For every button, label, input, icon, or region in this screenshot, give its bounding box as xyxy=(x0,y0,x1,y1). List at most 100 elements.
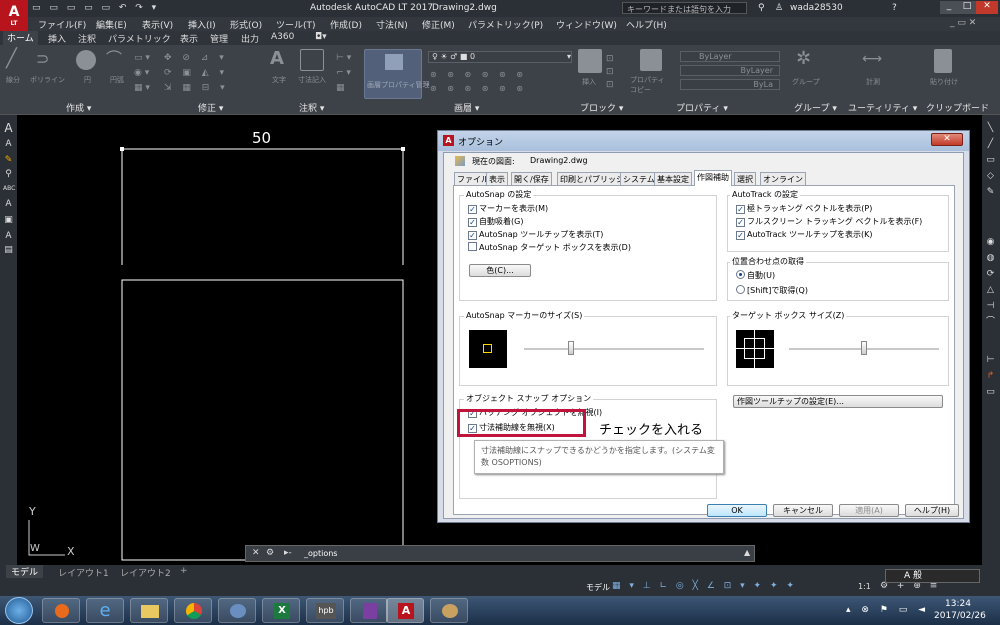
search-input[interactable]: キーワードまたは語句を入力 xyxy=(622,2,747,14)
autosnap-magnet-checkbox[interactable]: ✓ 自動吸着(G) xyxy=(468,216,523,227)
draw-tool-icon-8[interactable]: ⟳ xyxy=(985,269,996,280)
clock-date[interactable]: 2017/02/26 xyxy=(934,611,986,621)
ribbon-tab-view[interactable]: 表示 xyxy=(180,32,198,45)
command-settings-icon[interactable]: ⚙ xyxy=(266,548,274,558)
close-button[interactable]: ✕ xyxy=(976,1,998,14)
panel-title-modify[interactable]: 修正 ▾ xyxy=(198,101,223,114)
spell-check-icon[interactable]: ABC xyxy=(3,183,15,194)
text-tool-icon[interactable]: A xyxy=(3,122,14,134)
menu-item[interactable]: 表示(V) xyxy=(142,18,173,31)
start-button[interactable] xyxy=(5,597,33,624)
app-logo[interactable]: A LT xyxy=(0,0,28,31)
line-button[interactable]: ╱ xyxy=(6,49,28,71)
annotation-small-tools[interactable]: ⊢ ▾ ⌐ ▾ ▦ xyxy=(336,51,358,95)
ribbon-tab-manage[interactable]: 管理 xyxy=(210,32,228,45)
status-toggles[interactable]: ▦ ▾ ⊥ ∟ ◎ ╳ ∠ ⊡ ▾ ✦ ✦ ✦ xyxy=(612,581,797,591)
mtext-tool-icon[interactable]: A xyxy=(3,139,14,150)
tab-display[interactable]: 表示 xyxy=(486,172,508,185)
text-button[interactable]: A xyxy=(270,49,292,71)
ribbon-tab-home[interactable]: ホーム xyxy=(3,31,38,45)
dialog-close-button[interactable]: ✕ xyxy=(931,133,963,146)
panel-title-annotation[interactable]: 注釈 ▾ xyxy=(299,101,324,114)
draw-tool-icon-9[interactable]: △ xyxy=(985,285,996,296)
draw-tool-icon-6[interactable]: ◉ xyxy=(985,237,996,248)
modify-tools[interactable]: ✥ ⊘ ⊿ ▾ ⟳ ▣ ◭ ▾ ⇲ ▦ ⊟ ▾ xyxy=(164,51,264,95)
menu-item[interactable]: 寸法(N) xyxy=(376,18,408,31)
marker-size-slider-thumb[interactable] xyxy=(568,341,574,355)
menu-item[interactable]: ファイル(F) xyxy=(38,18,86,31)
checkbox-polar[interactable]: ✓ xyxy=(736,205,745,214)
add-layout-tab[interactable]: + xyxy=(180,566,188,576)
tab-system[interactable]: システム xyxy=(620,172,658,185)
measure-button[interactable]: ⟷ xyxy=(862,49,884,71)
autosnap-marker-checkbox[interactable]: ✓ マーカーを表示(M) xyxy=(468,203,548,214)
marker-size-slider[interactable] xyxy=(524,348,704,350)
text-style-icon[interactable]: A xyxy=(3,199,14,210)
panel-title-groups[interactable]: グループ ▾ xyxy=(794,101,837,114)
tab-open-save[interactable]: 開く/保存 xyxy=(511,172,552,185)
quick-access-toolbar[interactable]: ▭ ▭ ▭ ▭ ▭ ↶ ↷ ▾ xyxy=(32,3,172,14)
polar-vector-checkbox[interactable]: ✓ 極トラッキング ベクトルを表示(P) xyxy=(736,203,872,214)
minimize-button[interactable]: _ xyxy=(940,1,958,14)
menu-item[interactable]: 形式(O) xyxy=(230,18,262,31)
radio-shift[interactable] xyxy=(736,285,745,294)
ribbon-tab-output[interactable]: 出力 xyxy=(241,32,259,45)
tray-icons[interactable]: ▴ ⊗ ⚑ ▭ ◄ xyxy=(846,605,929,615)
panel-title-utilities[interactable]: ユーティリティ ▾ xyxy=(848,101,917,114)
ribbon-tab-parametric[interactable]: パラメトリック xyxy=(108,32,171,45)
help-button[interactable]: ヘルプ(H) xyxy=(905,504,959,517)
circle-button[interactable] xyxy=(76,50,96,70)
binoculars-icon[interactable]: ⚲ xyxy=(758,3,765,13)
restore-button[interactable]: □ xyxy=(958,1,976,14)
ribbon-tab-annotate[interactable]: 注釈 xyxy=(78,32,96,45)
autosnap-aperture-checkbox[interactable]: AutoSnap ターゲット ボックスを表示(D) xyxy=(468,242,631,253)
draw-tool-icon-3[interactable]: ▭ xyxy=(985,155,996,166)
checkbox-fullscreen[interactable]: ✓ xyxy=(736,218,745,227)
create-small-tools[interactable]: ▭ ▾ ◉ ▾ ▦ ▾ xyxy=(134,51,162,95)
draw-tool-icon-5[interactable]: ✎ xyxy=(985,187,996,198)
radio-auto[interactable] xyxy=(736,270,745,279)
block-tools[interactable]: ⊡ ⊡ ⊡ xyxy=(606,53,626,93)
menu-item[interactable]: パラメトリック(P) xyxy=(468,18,543,31)
checkbox-tooltip[interactable]: ✓ xyxy=(468,231,477,240)
ok-button[interactable]: OK xyxy=(707,504,767,517)
panel-title-block[interactable]: ブロック ▾ xyxy=(580,101,623,114)
taskbar-media-icon[interactable] xyxy=(42,598,80,623)
annotation-scale[interactable]: 1:1 xyxy=(858,582,871,591)
taskbar-paint-icon[interactable] xyxy=(430,598,468,623)
aperture-size-slider-thumb[interactable] xyxy=(861,341,867,355)
draw-tool-icon-13[interactable]: ↱ xyxy=(985,371,996,382)
edit-text-icon[interactable]: ✎ xyxy=(3,155,14,166)
autotrack-tooltip-checkbox[interactable]: ✓ AutoTrack ツールチップを表示(K) xyxy=(736,229,873,240)
draw-tool-icon-12[interactable]: ⊢ xyxy=(985,355,996,366)
dimension-button[interactable] xyxy=(300,49,324,71)
match-properties-button[interactable] xyxy=(640,49,662,71)
panel-title-draw[interactable]: 作成 ▾ xyxy=(66,101,91,114)
taskbar-app-icon[interactable] xyxy=(350,598,388,623)
command-close-icon[interactable]: ✕ xyxy=(252,548,260,558)
ribbon-tab-more-icon[interactable]: ◘▾ xyxy=(315,32,327,42)
clock-time[interactable]: 13:24 xyxy=(945,599,971,609)
fullscreen-vector-checkbox[interactable]: ✓ フルスクリーン トラッキング ベクトルを表示(F) xyxy=(736,216,922,227)
taskbar-autocad-icon[interactable]: A xyxy=(386,598,424,623)
command-input-value[interactable]: _options xyxy=(304,549,337,558)
panel-title-clipboard[interactable]: クリップボード xyxy=(926,101,989,114)
menu-item[interactable]: 編集(E) xyxy=(96,18,127,31)
model-space-button[interactable]: モデル xyxy=(586,582,610,593)
insert-block-button[interactable] xyxy=(578,49,602,73)
draw-tool-icon-10[interactable]: ⊣ xyxy=(985,301,996,312)
taskbar-thunderbird-icon[interactable] xyxy=(218,598,256,623)
doc-window-controls[interactable]: _ ▭ ✕ xyxy=(950,18,976,28)
tab-selection[interactable]: 選択 xyxy=(734,172,756,185)
draw-tool-icon-2[interactable]: ╱ xyxy=(985,139,996,150)
color-button[interactable]: 色(C)... xyxy=(469,264,531,277)
ribbon-tab-insert[interactable]: 挿入 xyxy=(48,32,66,45)
dialog-title-bar[interactable]: A オプション ✕ xyxy=(438,131,969,151)
taskbar-excel-icon[interactable]: X xyxy=(262,598,300,623)
layer-dropdown[interactable]: ♀ ☀ ♂ ■ 0 ▾ xyxy=(428,51,572,63)
linetype-dropdown[interactable]: ByLayer xyxy=(680,65,780,76)
command-line[interactable]: ✕ ⚙ ▸- _options ▲ xyxy=(245,545,755,562)
taskbar-hpb-icon[interactable]: hpb xyxy=(306,598,344,623)
lineweight-dropdown[interactable]: ByLa xyxy=(680,79,780,90)
tab-online[interactable]: オンライン xyxy=(760,172,806,185)
